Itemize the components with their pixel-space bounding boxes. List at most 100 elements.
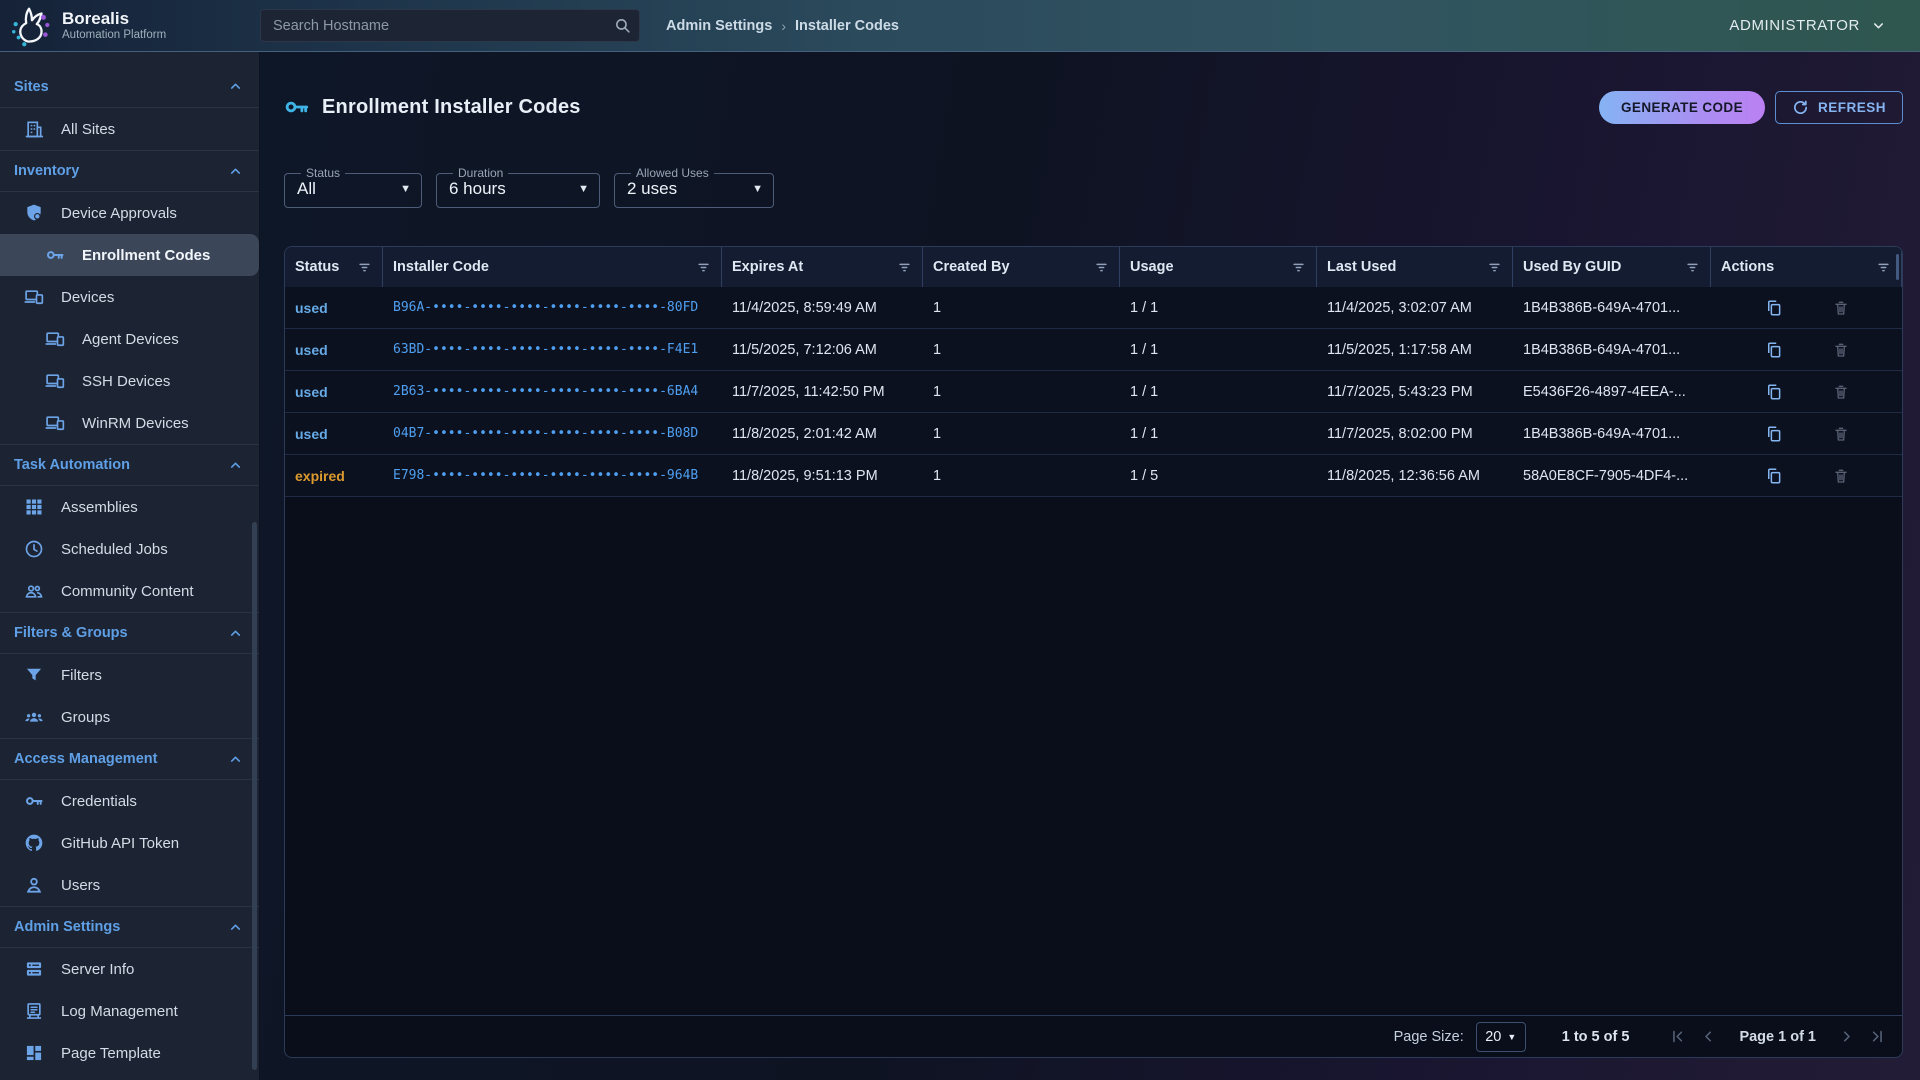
next-page-button[interactable] (1838, 1028, 1855, 1045)
delete-button[interactable] (1833, 342, 1849, 358)
layout-icon (24, 1043, 44, 1063)
borealis-rabbit-logo (8, 3, 54, 49)
last-page-button[interactable] (1869, 1028, 1886, 1045)
expires-at-cell: 11/8/2025, 9:51:13 PM (722, 455, 923, 496)
section-access-management[interactable]: Access Management (0, 738, 259, 780)
column-header-expires-at[interactable]: Expires At (722, 247, 923, 287)
sidebar-item-all-sites[interactable]: All Sites (0, 108, 259, 150)
page-size-select[interactable]: 20 ▼ (1476, 1022, 1526, 1052)
sidebar-item-scheduled-jobs[interactable]: Scheduled Jobs (0, 528, 259, 570)
chevron-right-icon (1838, 1028, 1855, 1045)
table-row: used 63BD-••••-••••-••••-••••-••••-••••-… (285, 329, 1902, 371)
column-header-status[interactable]: Status (285, 247, 383, 287)
copy-icon (1765, 383, 1783, 401)
sidebar-item-enrollment-codes[interactable]: Enrollment Codes (0, 234, 259, 276)
status-badge: used (295, 426, 328, 442)
sidebar-scrollbar[interactable] (252, 522, 257, 1070)
section-sites[interactable]: Sites (0, 66, 259, 108)
first-page-button[interactable] (1669, 1028, 1686, 1045)
last-used-cell: 11/4/2025, 3:02:07 AM (1317, 287, 1513, 328)
section-inventory[interactable]: Inventory (0, 150, 259, 192)
sidebar-item-page-template[interactable]: Page Template (0, 1032, 259, 1074)
table-scrollbar[interactable] (1896, 254, 1899, 280)
copy-button[interactable] (1765, 425, 1783, 443)
created-by-cell: 1 (923, 455, 1120, 496)
trash-icon (1833, 342, 1849, 358)
section-admin-settings[interactable]: Admin Settings (0, 906, 259, 948)
column-header-used-by-guid[interactable]: Used By GUID (1513, 247, 1711, 287)
column-header-created-by[interactable]: Created By (923, 247, 1120, 287)
filter-icon[interactable] (1291, 260, 1306, 275)
usage-cell: 1 / 1 (1120, 371, 1317, 412)
table-row: used B96A-••••-••••-••••-••••-••••-••••-… (285, 287, 1902, 329)
expires-at-cell: 11/5/2025, 7:12:06 AM (722, 329, 923, 370)
copy-button[interactable] (1765, 299, 1783, 317)
refresh-button[interactable]: REFRESH (1775, 91, 1903, 124)
duration-filter-value: 6 hours (449, 179, 506, 199)
last-used-cell: 11/5/2025, 1:17:58 AM (1317, 329, 1513, 370)
delete-button[interactable] (1833, 426, 1849, 442)
usage-cell: 1 / 5 (1120, 455, 1317, 496)
section-task-automation[interactable]: Task Automation (0, 444, 259, 486)
created-by-cell: 1 (923, 287, 1120, 328)
copy-button[interactable] (1765, 467, 1783, 485)
devices-icon (24, 287, 44, 307)
section-filters-groups[interactable]: Filters & Groups (0, 612, 259, 654)
dropdown-arrow-icon: ▼ (570, 183, 589, 195)
filter-icon[interactable] (1685, 260, 1700, 275)
sidebar-item-agent-devices[interactable]: Agent Devices (0, 318, 259, 360)
filter-icon[interactable] (357, 260, 372, 275)
delete-button[interactable] (1833, 384, 1849, 400)
column-header-actions[interactable]: Actions (1711, 247, 1902, 287)
delete-button[interactable] (1833, 468, 1849, 484)
installer-code[interactable]: E798-••••-••••-••••-••••-••••-••••-964B (393, 468, 698, 483)
column-header-usage[interactable]: Usage (1120, 247, 1317, 287)
delete-button[interactable] (1833, 300, 1849, 316)
breadcrumb-parent[interactable]: Admin Settings (666, 18, 772, 34)
codes-table-card: Status Installer Code Expires At Created… (284, 246, 1903, 1058)
search-input[interactable] (260, 9, 640, 42)
used-by-guid-cell: 58A0E8CF-7905-4DF4-... (1513, 455, 1711, 496)
duration-filter-select[interactable]: Duration 6 hours▼ (436, 166, 600, 208)
sidebar-item-device-approvals[interactable]: Device Approvals (0, 192, 259, 234)
installer-code[interactable]: B96A-••••-••••-••••-••••-••••-••••-80FD (393, 300, 698, 315)
copy-button[interactable] (1765, 341, 1783, 359)
sidebar-item-credentials[interactable]: Credentials (0, 780, 259, 822)
sidebar-item-log-management[interactable]: Log Management (0, 990, 259, 1032)
status-filter-select[interactable]: Status All▼ (284, 166, 422, 208)
user-menu[interactable]: ADMINISTRATOR (1729, 17, 1920, 34)
sidebar-item-github-api-token[interactable]: GitHub API Token (0, 822, 259, 864)
previous-page-button[interactable] (1700, 1028, 1717, 1045)
sidebar-item-users[interactable]: Users (0, 864, 259, 906)
brand: Borealis Automation Platform (0, 3, 260, 49)
created-by-cell: 1 (923, 329, 1120, 370)
sidebar-item-server-info[interactable]: Server Info (0, 948, 259, 990)
sidebar-item-ssh-devices[interactable]: SSH Devices (0, 360, 259, 402)
column-header-last-used[interactable]: Last Used (1317, 247, 1513, 287)
sidebar-item-groups[interactable]: Groups (0, 696, 259, 738)
page-size-label: Page Size: (1394, 1029, 1464, 1045)
sidebar-item-filters[interactable]: Filters (0, 654, 259, 696)
devices-icon (45, 371, 65, 391)
last-page-icon (1869, 1028, 1886, 1045)
sidebar-item-community-content[interactable]: Community Content (0, 570, 259, 612)
sidebar-item-devices[interactable]: Devices (0, 276, 259, 318)
breadcrumb-current[interactable]: Installer Codes (795, 18, 899, 34)
filter-icon[interactable] (1487, 260, 1502, 275)
column-header-installer-code[interactable]: Installer Code (383, 247, 722, 287)
installer-code[interactable]: 04B7-••••-••••-••••-••••-••••-••••-B08D (393, 426, 698, 441)
copy-button[interactable] (1765, 383, 1783, 401)
filter-icon[interactable] (1094, 260, 1109, 275)
sidebar-item-assemblies[interactable]: Assemblies (0, 486, 259, 528)
filter-icon[interactable] (1876, 260, 1891, 275)
filter-icon[interactable] (696, 260, 711, 275)
filter-icon[interactable] (897, 260, 912, 275)
sidebar-item-winrm-devices[interactable]: WinRM Devices (0, 402, 259, 444)
last-used-cell: 11/8/2025, 12:36:56 AM (1317, 455, 1513, 496)
status-badge: used (295, 300, 328, 316)
allowed-uses-filter-select[interactable]: Allowed Uses 2 uses▼ (614, 166, 774, 208)
page-header: Enrollment Installer Codes GENERATE CODE… (284, 88, 1903, 126)
installer-code[interactable]: 2B63-••••-••••-••••-••••-••••-••••-6BA4 (393, 384, 698, 399)
generate-code-button[interactable]: GENERATE CODE (1599, 91, 1765, 124)
installer-code[interactable]: 63BD-••••-••••-••••-••••-••••-••••-F4E1 (393, 342, 698, 357)
